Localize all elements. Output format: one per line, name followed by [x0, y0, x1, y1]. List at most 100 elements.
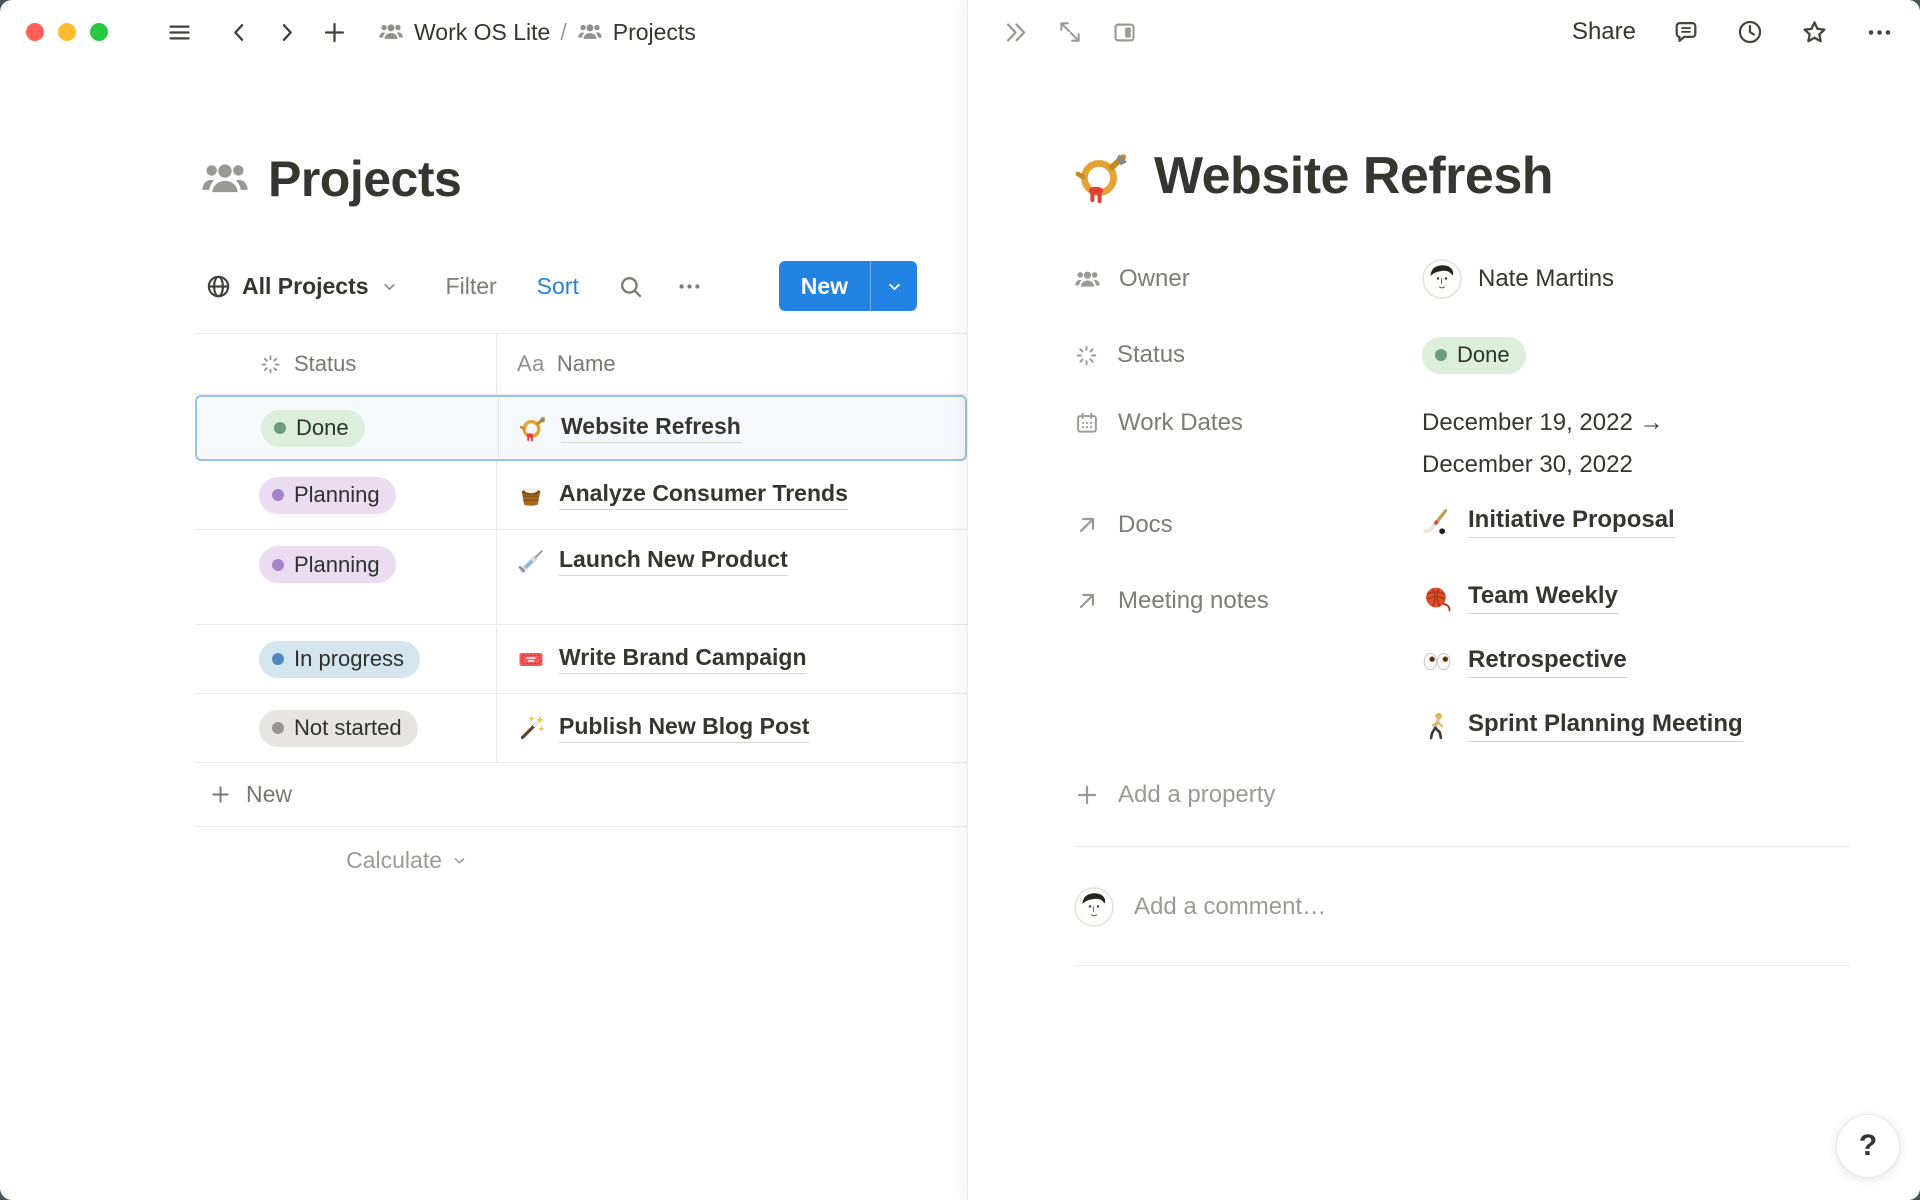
- status-badge[interactable]: Not started: [259, 710, 418, 747]
- avatar: [1074, 887, 1114, 927]
- table-row[interactable]: Planning Launch New Product: [195, 530, 967, 625]
- column-header-name[interactable]: Aa Name: [497, 334, 967, 394]
- eyes-emoji-icon: [1422, 647, 1452, 677]
- name-cell[interactable]: Launch New Product: [497, 530, 967, 624]
- page-link[interactable]: Write Brand Campaign: [559, 644, 807, 674]
- new-entry-button-label[interactable]: New: [779, 273, 870, 300]
- status-dot: [272, 722, 284, 734]
- chevron-down-icon: [379, 276, 400, 297]
- column-header-status[interactable]: Status: [195, 334, 497, 394]
- table-footer: Calculate: [195, 827, 967, 893]
- property-row-status: Status Done: [1074, 324, 1850, 386]
- share-button[interactable]: Share: [1572, 18, 1636, 46]
- favorite-star-icon[interactable]: [1800, 18, 1829, 47]
- doc-link-label[interactable]: Initiative Proposal: [1468, 506, 1675, 538]
- status-cell[interactable]: Planning: [195, 461, 497, 529]
- page-title-label[interactable]: Website Refresh: [1154, 146, 1553, 206]
- nav-back-icon[interactable]: [227, 20, 252, 45]
- basket-emoji-icon: [517, 481, 545, 509]
- meeting-link-label[interactable]: Retrospective: [1468, 646, 1627, 678]
- window-minimize-button[interactable]: [58, 23, 76, 41]
- table-row[interactable]: Done Website Refresh: [195, 395, 967, 461]
- page-link[interactable]: Launch New Product: [559, 546, 788, 576]
- relation-link[interactable]: Team Weekly: [1422, 576, 1743, 620]
- status-property-icon: [259, 353, 282, 376]
- help-button[interactable]: ?: [1836, 1114, 1900, 1178]
- name-cell[interactable]: Analyze Consumer Trends: [497, 461, 967, 529]
- status-cell[interactable]: Done: [197, 397, 499, 459]
- property-row-owner: Owner Nate Martins: [1074, 248, 1850, 310]
- close-peek-icon[interactable]: [1002, 19, 1029, 46]
- updates-clock-icon[interactable]: [1736, 18, 1764, 46]
- filter-button[interactable]: Filter: [446, 273, 497, 300]
- breadcrumb-workspace[interactable]: Work OS Lite: [378, 19, 550, 46]
- window-close-button[interactable]: [26, 23, 44, 41]
- meeting-link-label[interactable]: Team Weekly: [1468, 582, 1618, 614]
- name-cell[interactable]: Write Brand Campaign: [497, 625, 967, 693]
- property-value-owner[interactable]: Nate Martins: [1422, 259, 1614, 299]
- column-header-status-label: Status: [294, 351, 356, 377]
- breadcrumb-page[interactable]: Projects: [577, 19, 696, 46]
- table-row[interactable]: Not started Publish New Blog Post: [195, 694, 967, 763]
- owner-name: Nate Martins: [1478, 265, 1614, 293]
- add-property-button[interactable]: Add a property: [1074, 764, 1850, 826]
- property-label-work-dates[interactable]: Work Dates: [1074, 402, 1422, 444]
- open-full-page-icon[interactable]: [1057, 19, 1083, 45]
- nav-forward-icon[interactable]: [274, 20, 299, 45]
- more-options-icon[interactable]: [676, 273, 703, 300]
- property-label-meeting-notes[interactable]: Meeting notes: [1074, 576, 1422, 618]
- page-link[interactable]: Website Refresh: [561, 413, 741, 443]
- more-options-icon[interactable]: [1865, 18, 1894, 47]
- status-dot: [274, 422, 286, 434]
- comment-composer: Add a comment…: [1074, 847, 1850, 965]
- sort-button[interactable]: Sort: [537, 273, 579, 300]
- name-cell[interactable]: Website Refresh: [499, 397, 965, 459]
- postal-horn-emoji-icon: [519, 414, 547, 442]
- plus-icon: [209, 783, 232, 806]
- syringe-emoji-icon: [517, 546, 545, 574]
- name-cell[interactable]: Publish New Blog Post: [497, 694, 967, 762]
- page-link[interactable]: Analyze Consumer Trends: [559, 480, 848, 510]
- page-link[interactable]: Publish New Blog Post: [559, 713, 809, 743]
- status-dot: [272, 489, 284, 501]
- table-row[interactable]: Planning Analyze Consumer Trends: [195, 461, 967, 530]
- property-row-docs: Docs Initiative Proposal: [1074, 500, 1850, 562]
- table-row[interactable]: In progress Write Brand Campaign: [195, 625, 967, 694]
- search-icon[interactable]: [617, 273, 644, 300]
- calendar-icon: [1074, 410, 1100, 436]
- relation-link[interactable]: Retrospective: [1422, 640, 1743, 684]
- people-icon: [378, 19, 404, 45]
- meeting-link-label[interactable]: Sprint Planning Meeting: [1468, 710, 1743, 742]
- property-label-owner[interactable]: Owner: [1074, 265, 1422, 293]
- new-entry-dropdown[interactable]: [871, 276, 917, 297]
- new-entry-button[interactable]: New: [779, 261, 917, 311]
- relation-link[interactable]: Initiative Proposal: [1422, 500, 1675, 544]
- status-badge[interactable]: Planning: [259, 477, 396, 514]
- add-comment-input[interactable]: Add a comment…: [1134, 893, 1850, 921]
- property-label-docs[interactable]: Docs: [1074, 500, 1422, 542]
- postal-horn-emoji-icon[interactable]: [1074, 148, 1130, 204]
- status-badge[interactable]: Done: [261, 410, 365, 447]
- property-value-status[interactable]: Done: [1422, 337, 1526, 374]
- yarn-emoji-icon: [1422, 583, 1452, 613]
- projects-table: Status Aa Name Done Website Refresh P: [195, 333, 967, 893]
- new-page-icon[interactable]: [321, 19, 348, 46]
- status-cell[interactable]: In progress: [195, 625, 497, 693]
- relation-link[interactable]: Sprint Planning Meeting: [1422, 704, 1743, 748]
- status-badge[interactable]: Done: [1422, 337, 1526, 374]
- status-badge[interactable]: In progress: [259, 641, 420, 678]
- status-badge[interactable]: Planning: [259, 546, 396, 583]
- property-label-status[interactable]: Status: [1074, 341, 1422, 369]
- view-selector[interactable]: All Projects: [205, 273, 400, 300]
- property-value-work-dates[interactable]: December 19, 2022 → December 30, 2022: [1422, 402, 1663, 486]
- status-dot: [272, 559, 284, 571]
- status-cell[interactable]: Not started: [195, 694, 497, 762]
- table-new-row-label: New: [246, 781, 292, 808]
- sidebar-menu-icon[interactable]: [166, 19, 193, 46]
- side-peek-icon[interactable]: [1111, 19, 1138, 46]
- comments-icon[interactable]: [1672, 18, 1700, 46]
- table-new-row-button[interactable]: New: [195, 763, 967, 827]
- window-zoom-button[interactable]: [90, 23, 108, 41]
- calculate-button[interactable]: Calculate: [195, 847, 497, 874]
- status-cell[interactable]: Planning: [195, 530, 497, 624]
